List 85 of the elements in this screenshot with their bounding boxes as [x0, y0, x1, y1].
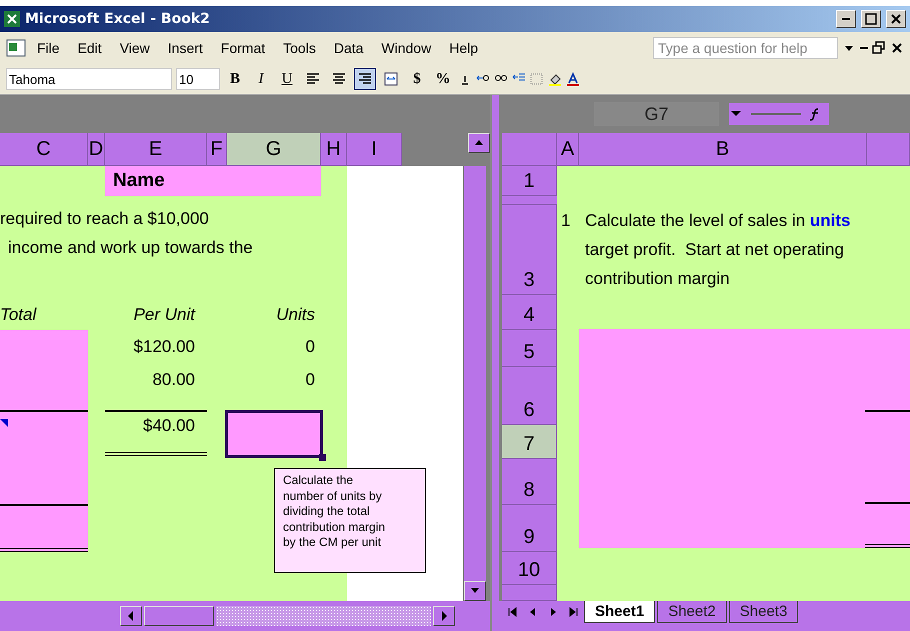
column-header[interactable]: D	[88, 133, 105, 166]
menu-item[interactable]: File	[30, 38, 67, 58]
text-style-button[interactable]: B	[224, 68, 246, 90]
selected-cell[interactable]	[225, 410, 323, 458]
number-format-button[interactable]: %	[432, 68, 454, 90]
minimize-button[interactable]	[836, 10, 856, 28]
menu-item[interactable]: Format	[214, 38, 272, 58]
font-name-dropdown[interactable]: Tahoma	[6, 68, 172, 90]
instruction-text: income and work up towards the	[7, 236, 254, 258]
fill-color-icon	[548, 72, 562, 86]
row-header[interactable]: 6	[502, 367, 557, 425]
text-style-button[interactable]: I	[250, 68, 272, 90]
column-header[interactable]: G	[227, 133, 321, 166]
align-left-icon	[306, 72, 320, 86]
name-cell: Name	[105, 166, 321, 196]
row-header[interactable]: 1	[502, 166, 557, 196]
cell-value: $120.00	[132, 336, 196, 356]
cell-value: 0	[304, 370, 316, 390]
window-title: Microsoft Excel - Book2	[25, 11, 211, 27]
close-icon	[889, 12, 903, 26]
cell-value: $40.00	[143, 416, 195, 435]
comment-marker-icon	[0, 419, 8, 427]
maximize-button[interactable]	[861, 10, 881, 28]
align-center-icon	[332, 72, 346, 86]
maximize-icon	[864, 12, 878, 26]
row-header[interactable]: 10	[502, 552, 557, 585]
merge-cells-icon	[384, 72, 398, 86]
font-size-dropdown[interactable]: 10	[176, 68, 220, 90]
borders-icon	[530, 72, 544, 86]
column-header[interactable]: B	[579, 133, 867, 166]
sheet-tab[interactable]: Sheet1	[584, 601, 656, 623]
close-button[interactable]	[886, 10, 906, 28]
cell-value: 0	[304, 336, 316, 356]
minimize-icon	[842, 18, 850, 20]
column-header[interactable]: A	[557, 133, 579, 166]
name-box[interactable]: G7	[594, 102, 719, 126]
instruction-text: target profit. Start at net operating	[585, 239, 845, 261]
menu-item[interactable]: Help	[442, 38, 485, 58]
text-style-button[interactable]: U	[276, 68, 298, 90]
menu-item[interactable]: View	[112, 38, 157, 58]
row-header[interactable]: 4	[502, 295, 557, 330]
row-header[interactable]: 3	[502, 205, 557, 295]
scroll-down-button[interactable]	[464, 581, 486, 601]
row-header[interactable]: 7	[502, 425, 557, 459]
restore-icon	[872, 41, 886, 55]
scroll-left-button[interactable]	[120, 606, 142, 626]
row-header[interactable]: 9	[502, 505, 557, 552]
menu-item[interactable]: Tools	[276, 38, 323, 58]
column-heading: Units	[275, 305, 316, 325]
item-number: 1	[560, 210, 572, 232]
column-header[interactable]: H	[321, 133, 347, 166]
number-format-button[interactable]: $	[406, 68, 428, 90]
menu-item[interactable]: Edit	[70, 38, 109, 58]
scroll-thumb[interactable]	[144, 606, 214, 626]
scroll-up-button[interactable]	[468, 133, 490, 153]
help-search-field[interactable]: Type a question for help	[653, 37, 838, 59]
minimize-icon	[860, 47, 868, 49]
column-header[interactable]: C	[0, 133, 88, 166]
scroll-right-button[interactable]	[433, 606, 455, 626]
first-icon	[507, 606, 519, 618]
instruction-text: contribution margin	[585, 268, 731, 290]
menu-item[interactable]: Window	[374, 38, 438, 58]
row-header[interactable]: 5	[502, 330, 557, 367]
align-right-icon	[358, 72, 372, 86]
menu-item[interactable]: Data	[326, 38, 370, 58]
column-header[interactable]: F	[207, 133, 227, 166]
last-icon	[567, 606, 579, 618]
cell-value: 80.00	[151, 370, 196, 390]
close-icon	[890, 41, 904, 55]
excel-logo-icon	[4, 11, 20, 27]
workbook-icon	[6, 38, 26, 58]
row-header[interactable]: 8	[502, 459, 557, 505]
column-header[interactable]: I	[347, 133, 402, 166]
scroll-track[interactable]	[216, 606, 431, 626]
font-color-icon	[566, 72, 580, 86]
column-heading: Per Unit	[132, 305, 196, 325]
cell-comment: Calculate the number of units by dividing the total contribution margin by the CM per unit	[274, 468, 426, 573]
sheet-tab[interactable]: Sheet2	[657, 601, 727, 623]
instruction-text: required to reach a $10,000	[0, 208, 210, 230]
column-heading: Total	[0, 305, 38, 325]
sheet-tab[interactable]: Sheet3	[728, 601, 798, 623]
menu-item[interactable]: Insert	[160, 38, 210, 58]
column-header[interactable]: E	[105, 133, 207, 166]
instruction-text: Calculate the level of sales in units	[585, 210, 851, 232]
align-button[interactable]	[354, 68, 376, 90]
